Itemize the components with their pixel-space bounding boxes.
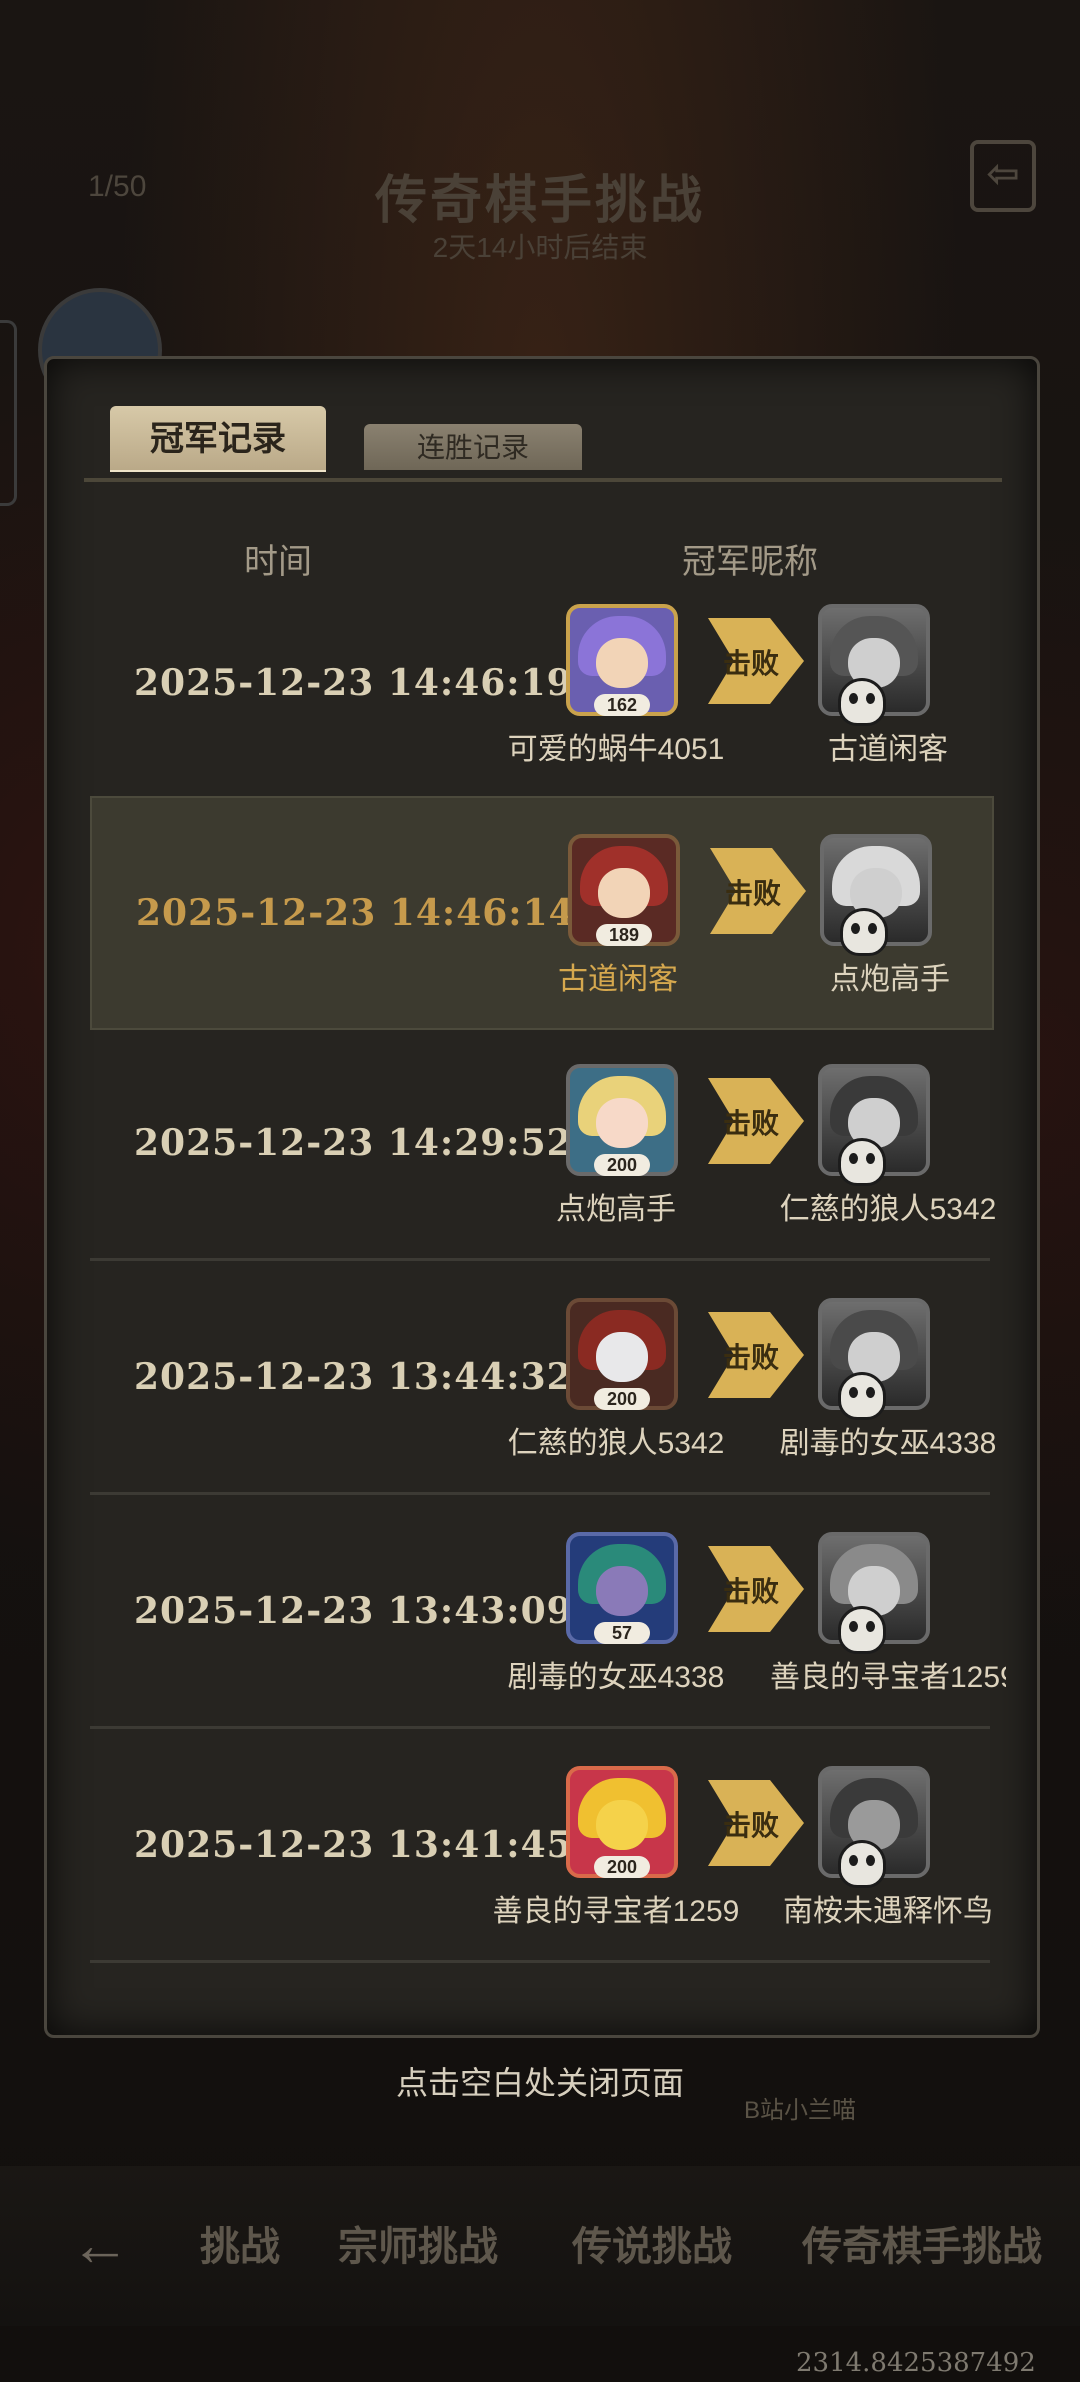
- tab-champion-record[interactable]: 冠军记录: [110, 406, 326, 472]
- winner-name: 可爱的蜗牛4051: [507, 733, 725, 766]
- loser-name: 仁慈的狼人5342: [779, 1193, 997, 1226]
- loser-name: 古道闲客: [828, 733, 948, 766]
- record-row: 2025-12-23 14:29:52 200 击败 点炮高手 仁慈的狼人534…: [90, 1028, 996, 1258]
- winner-name: 剧毒的女巫4338: [507, 1661, 725, 1694]
- skull-icon: [838, 678, 886, 726]
- back-arrow-icon[interactable]: ←: [70, 2210, 130, 2279]
- record-time: 2025-12-23 14:29:52: [134, 1122, 573, 1164]
- nav-legendary-player-challenge[interactable]: 传奇棋手挑战: [802, 2214, 1042, 2272]
- row-divider: [90, 1960, 990, 1963]
- winner-name: 古道闲客: [558, 963, 678, 996]
- skull-icon: [838, 1372, 886, 1420]
- winner-level-badge: 162: [594, 694, 650, 716]
- record-row: 2025-12-23 13:43:09 57 击败 剧毒的女巫4338 善良的寻…: [90, 1496, 1006, 1726]
- record-time: 2025-12-23 13:43:09: [134, 1590, 573, 1632]
- nav-grandmaster-challenge[interactable]: 宗师挑战: [338, 2214, 498, 2272]
- defeat-label: 击败: [722, 648, 779, 679]
- skull-icon: [838, 1138, 886, 1186]
- defeat-label: 击败: [722, 1108, 779, 1139]
- skull-icon: [840, 908, 888, 956]
- winner-name: 仁慈的狼人5342: [507, 1427, 725, 1460]
- skull-icon: [838, 1840, 886, 1888]
- nav-legend-challenge[interactable]: 传说挑战: [572, 2214, 732, 2272]
- winner-level-badge: 189: [596, 924, 652, 946]
- winner-level-badge: 200: [594, 1388, 650, 1410]
- close-page-hint[interactable]: 点击空白处关闭页面: [0, 2058, 1080, 2104]
- tab-win-streak-record[interactable]: 连胜记录: [364, 424, 582, 470]
- record-row-highlighted: 2025-12-23 14:46:14 189 击败 古道闲客 点炮高手: [90, 796, 994, 1030]
- winner-level-badge: 200: [594, 1856, 650, 1878]
- loser-name: 南桉未遇释怀鸟: [783, 1895, 993, 1928]
- loser-name: 善良的寻宝者1259: [770, 1661, 1006, 1694]
- row-divider: [90, 1726, 990, 1729]
- bottom-navigation: ← 挑战 宗师挑战 传说挑战 传奇棋手挑战: [0, 2166, 1080, 2326]
- event-title: 传奇棋手挑战: [374, 172, 705, 230]
- nav-challenge[interactable]: 挑战: [200, 2214, 280, 2272]
- watermark: B站小兰喵: [744, 2097, 857, 2124]
- tab-divider: [84, 478, 1002, 482]
- defeat-label: 击败: [722, 1810, 779, 1841]
- winner-name: 善良的寻宝者1259: [492, 1895, 740, 1928]
- loser-name: 剧毒的女巫4338: [779, 1427, 997, 1460]
- loser-name: 点炮高手: [830, 963, 950, 996]
- side-drawer-handle[interactable]: [0, 320, 17, 506]
- defeat-label: 击败: [724, 878, 781, 909]
- skull-icon: [838, 1606, 886, 1654]
- row-divider: [90, 1492, 990, 1495]
- record-time: 2025-12-23 14:46:19: [134, 662, 573, 704]
- record-time: 2025-12-23 13:41:45: [134, 1824, 573, 1866]
- record-row: 2025-12-23 13:44:32 200 击败 仁慈的狼人5342 剧毒的…: [90, 1262, 996, 1492]
- record-time: 2025-12-23 14:46:14: [136, 892, 575, 934]
- event-countdown: 2天14小时后结束: [432, 232, 648, 263]
- winner-name: 点炮高手: [556, 1193, 676, 1226]
- winner-level-badge: 57: [594, 1622, 650, 1644]
- defeat-label: 击败: [722, 1342, 779, 1373]
- defeat-label: 击败: [722, 1576, 779, 1607]
- exit-icon[interactable]: ⇦: [970, 140, 1036, 212]
- record-row: 2025-12-23 14:46:19 162 击败 可爱的蜗牛4051 古道闲…: [90, 568, 990, 798]
- coordinate-readout: 2314.8425387492: [796, 2348, 1036, 2378]
- winner-level-badge: 200: [594, 1154, 650, 1176]
- row-divider: [90, 1258, 990, 1261]
- record-row: 2025-12-23 13:41:45 200 击败 善良的寻宝者1259 南桉…: [90, 1730, 993, 1960]
- record-time: 2025-12-23 13:44:32: [134, 1356, 573, 1398]
